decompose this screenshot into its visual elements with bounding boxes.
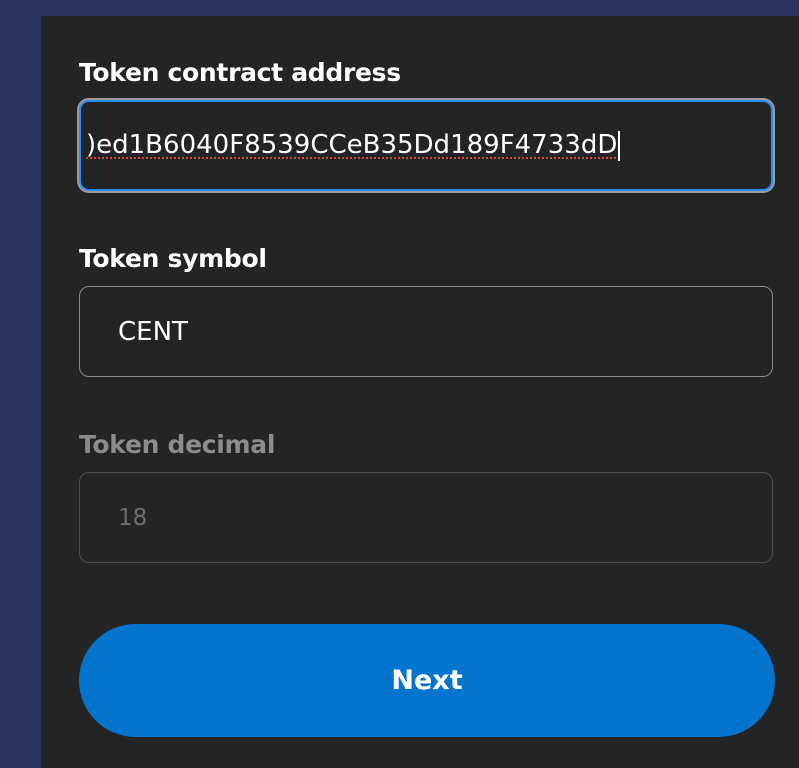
next-button[interactable]: Next bbox=[79, 624, 775, 737]
text-caret bbox=[618, 130, 621, 161]
token-decimal-input: 18 bbox=[79, 472, 773, 563]
contract-address-value: )ed1B6040F8539CCeB35Dd189F4733dD bbox=[86, 130, 621, 161]
token-decimal-placeholder: 18 bbox=[118, 504, 148, 531]
contract-address-input[interactable]: )ed1B6040F8539CCeB35Dd189F4733dD bbox=[79, 100, 773, 191]
token-decimal-label: Token decimal bbox=[79, 430, 276, 459]
contract-address-label: Token contract address bbox=[79, 58, 401, 87]
token-symbol-label: Token symbol bbox=[79, 244, 267, 273]
token-symbol-input[interactable]: CENT bbox=[79, 286, 773, 377]
add-token-form: Token contract address )ed1B6040F8539CCe… bbox=[41, 16, 799, 768]
token-symbol-value: CENT bbox=[118, 316, 188, 347]
